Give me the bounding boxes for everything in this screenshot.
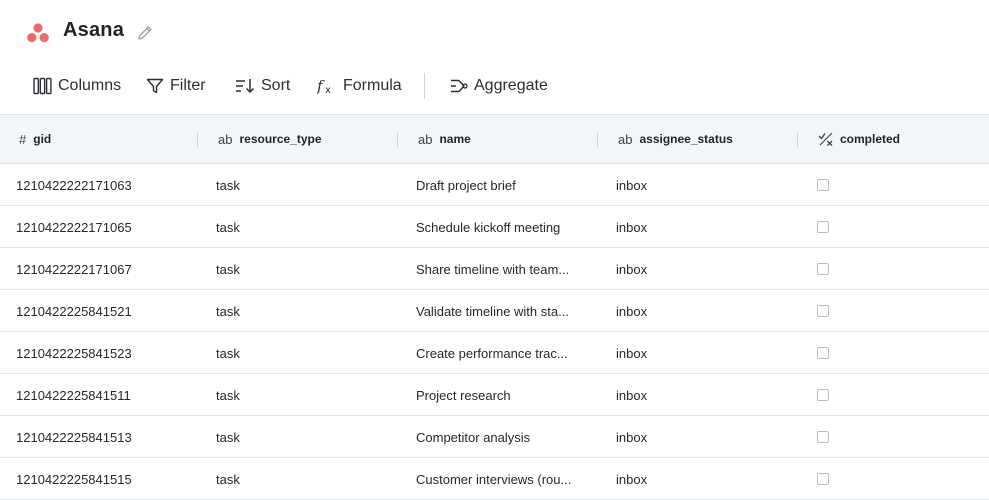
asana-logo-icon [27, 23, 49, 43]
cell-assignee-status[interactable]: inbox [616, 290, 786, 331]
sort-icon [236, 79, 255, 94]
column-label: gid [33, 132, 52, 146]
column-header-completed[interactable]: completed [818, 115, 900, 163]
svg-text:f: f [317, 77, 325, 95]
column-resize-handle[interactable] [797, 132, 798, 148]
cell-gid[interactable]: 1210422225841521 [16, 290, 186, 331]
completed-checkbox[interactable] [817, 221, 829, 233]
cell-gid[interactable]: 1210422222171063 [16, 164, 186, 205]
cell-gid[interactable]: 1210422225841523 [16, 332, 186, 373]
completed-checkbox[interactable] [817, 179, 829, 191]
column-header-name[interactable]: ab name [418, 115, 471, 163]
cell-gid[interactable]: 1210422225841513 [16, 416, 186, 457]
cell-resource-type[interactable]: task [216, 332, 386, 373]
table-row[interactable]: 1210422225841523 task Create performance t… [0, 332, 989, 374]
table-row[interactable]: 1210422225841515 task Customer interviews … [0, 458, 989, 500]
formula-label: Formula [343, 77, 402, 94]
app-header: Asana [0, 0, 989, 66]
cell-assignee-status[interactable]: inbox [616, 332, 786, 373]
cell-name[interactable]: Project research [416, 374, 580, 415]
column-resize-handle[interactable] [197, 132, 198, 148]
cell-name[interactable]: Draft project brief [416, 164, 580, 205]
table-row[interactable]: 1210422222171065 task Schedule kickoff mee… [0, 206, 989, 248]
cell-resource-type[interactable]: task [216, 374, 386, 415]
text-type-icon: ab [618, 131, 633, 147]
columns-icon [33, 77, 52, 95]
cell-assignee-status[interactable]: inbox [616, 416, 786, 457]
table-row[interactable]: 1210422225841513 task Competitor analysis i… [0, 416, 989, 458]
cell-gid[interactable]: 1210422222171065 [16, 206, 186, 247]
cell-resource-type[interactable]: task [216, 206, 386, 247]
cell-assignee-status[interactable]: inbox [616, 374, 786, 415]
completed-checkbox[interactable] [817, 473, 829, 485]
completed-checkbox[interactable] [817, 305, 829, 317]
cell-resource-type[interactable]: task [216, 248, 386, 289]
table-row[interactable]: 1210422222171067 task Share timeline with … [0, 248, 989, 290]
column-header-assignee-status[interactable]: ab assignee_status [618, 115, 733, 163]
completed-checkbox[interactable] [817, 431, 829, 443]
cell-name[interactable]: Customer interviews (rou... [416, 458, 580, 499]
completed-checkbox[interactable] [817, 347, 829, 359]
cell-resource-type[interactable]: task [216, 290, 386, 331]
svg-text:x: x [325, 85, 331, 95]
cell-gid[interactable]: 1210422222171067 [16, 248, 186, 289]
column-label: assignee_status [639, 132, 733, 146]
data-grid: # gid ab resource_type ab name ab assign… [0, 114, 989, 500]
column-label: resource_type [239, 132, 322, 146]
cell-assignee-status[interactable]: inbox [616, 248, 786, 289]
table-row[interactable]: 1210422225841511 task Project research inbo… [0, 374, 989, 416]
cell-resource-type[interactable]: task [216, 458, 386, 499]
filter-button[interactable]: Filter [146, 70, 206, 102]
table-row[interactable]: 1210422225841521 task Validate timeline wi… [0, 290, 989, 332]
cell-resource-type[interactable]: task [216, 416, 386, 457]
column-header-resource-type[interactable]: ab resource_type [218, 115, 322, 163]
cell-name[interactable]: Schedule kickoff meeting [416, 206, 580, 247]
cell-assignee-status[interactable]: inbox [616, 206, 786, 247]
cell-assignee-status[interactable]: inbox [616, 164, 786, 205]
column-label: completed [840, 132, 901, 146]
aggregate-icon [451, 79, 468, 93]
formula-icon: f x [317, 77, 331, 95]
cell-name[interactable]: Validate timeline with sta... [416, 290, 580, 331]
cell-assignee-status[interactable]: inbox [616, 458, 786, 499]
sort-label: Sort [261, 77, 291, 94]
toolbar-divider [424, 73, 425, 99]
columns-button[interactable]: Columns [33, 70, 121, 102]
grid-header: # gid ab resource_type ab name ab assign… [0, 114, 989, 164]
text-type-icon: ab [218, 131, 233, 147]
cell-name[interactable]: Create performance trac... [416, 332, 580, 373]
page-title: Asana [63, 19, 125, 41]
column-resize-handle[interactable] [397, 132, 398, 148]
aggregate-label: Aggregate [474, 77, 548, 94]
filter-icon [146, 78, 164, 94]
column-resize-handle[interactable] [597, 132, 598, 148]
completed-checkbox[interactable] [817, 263, 829, 275]
pencil-icon[interactable] [136, 24, 154, 42]
completed-checkbox[interactable] [817, 389, 829, 401]
sort-button[interactable]: Sort [235, 70, 290, 102]
cell-gid[interactable]: 1210422225841515 [16, 458, 186, 499]
cell-name[interactable]: Competitor analysis [416, 416, 580, 457]
number-type-icon: # [19, 131, 27, 147]
columns-label: Columns [58, 77, 122, 94]
cell-name[interactable]: Share timeline with team... [416, 248, 580, 289]
cell-gid[interactable]: 1210422225841511 [16, 374, 186, 415]
column-label: name [439, 132, 471, 146]
toolbar: Columns Filter Sort f x Formula Aggregat… [0, 70, 989, 104]
table-row[interactable]: 1210422222171063 task Draft project brief i… [0, 164, 989, 206]
cell-resource-type[interactable]: task [216, 164, 386, 205]
column-header-gid[interactable]: # gid [19, 115, 51, 163]
aggregate-button[interactable]: Aggregate [450, 70, 548, 102]
grid-body: 1210422222171063 task Draft project brief i… [0, 164, 989, 500]
formula-button[interactable]: f x Formula [317, 70, 402, 102]
text-type-icon: ab [418, 131, 433, 147]
boolean-icon [818, 132, 833, 146]
filter-label: Filter [170, 77, 206, 94]
